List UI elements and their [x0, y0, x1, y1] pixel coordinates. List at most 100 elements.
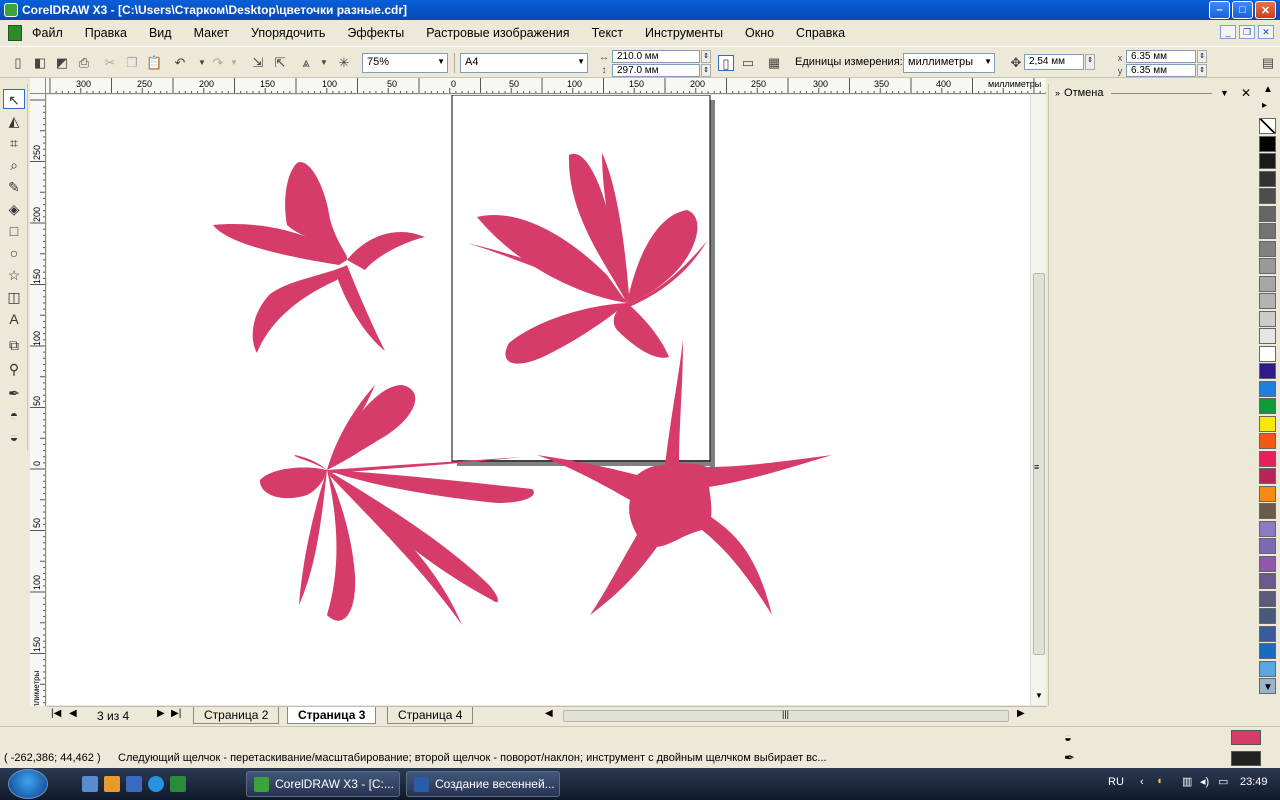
palette-swatch[interactable] — [1259, 573, 1276, 589]
palette-swatch[interactable] — [1259, 433, 1276, 449]
show-desktop-icon[interactable] — [82, 776, 98, 792]
portrait-orientation-icon[interactable]: ▯ — [718, 55, 734, 71]
palette-swatch[interactable] — [1259, 660, 1276, 677]
palette-swatch[interactable] — [1259, 363, 1276, 379]
redo-dropdown-icon[interactable]: ▼ — [226, 55, 242, 71]
menu-view[interactable]: Вид — [149, 26, 172, 40]
import-icon[interactable]: ⇲ — [250, 55, 266, 71]
spinner-icon[interactable]: ⇕ — [701, 64, 711, 77]
spinner-icon[interactable]: ⇕ — [1197, 50, 1207, 63]
previous-page-icon[interactable]: ◀ — [69, 708, 77, 719]
launcher-dropdown-icon[interactable]: ▼ — [316, 55, 332, 71]
palette-swatch[interactable] — [1259, 608, 1276, 624]
menu-tools[interactable]: Инструменты — [645, 26, 723, 40]
page-height-input[interactable]: 297.0 мм ⇕ — [612, 64, 711, 77]
new-document-icon[interactable]: ▯ — [10, 55, 26, 71]
network-icon[interactable]: ▥ — [1182, 775, 1192, 788]
open-icon[interactable]: ◧ — [32, 55, 48, 71]
doc-close-button[interactable]: ✕ — [1258, 25, 1274, 39]
palette-swatch[interactable] — [1259, 625, 1276, 642]
save-icon[interactable]: ◩ — [54, 55, 70, 71]
tray-chevron-icon[interactable]: ‹ — [1140, 776, 1144, 788]
spinner-icon[interactable]: ⇕ — [701, 50, 711, 63]
palette-swatch[interactable] — [1259, 485, 1276, 502]
palette-swatch[interactable] — [1259, 520, 1276, 537]
basic-shapes-tool-icon[interactable]: ◫ — [3, 287, 25, 307]
tab-page-2[interactable]: Страница 2 — [193, 707, 280, 724]
last-page-icon[interactable]: ▶| — [171, 708, 181, 719]
nudge-distance-input[interactable]: 2,54 мм ⇕ — [1024, 54, 1095, 70]
palette-swatch[interactable] — [1259, 328, 1276, 344]
vertical-ruler[interactable]: 250 200 150 100 50 0 50 100 150 миллимет… — [30, 94, 46, 706]
palette-swatch[interactable] — [1259, 240, 1276, 257]
paste-icon[interactable]: 📋 — [146, 55, 162, 71]
palette-swatch[interactable] — [1259, 450, 1276, 467]
cut-icon[interactable]: ✂ — [102, 55, 118, 71]
clock[interactable]: 23:49 — [1240, 776, 1268, 788]
crop-tool-icon[interactable]: ⌗ — [3, 133, 25, 153]
display-icon[interactable]: ▭ — [1218, 775, 1228, 788]
drawing-canvas[interactable] — [47, 95, 1030, 705]
paper-size-combo[interactable]: A4 ▼ — [460, 53, 588, 73]
copy-icon[interactable]: ❐ — [124, 55, 140, 71]
horizontal-ruler[interactable]: 300 250 200 150 100 50 0 50 100 150 200 … — [46, 78, 1046, 94]
first-page-icon[interactable]: |◀ — [51, 708, 61, 719]
page-width-input[interactable]: 210.0 мм ⇕ — [612, 50, 711, 63]
interactive-fill-tool-icon[interactable]: ◒ — [3, 427, 25, 447]
palette-swatch[interactable] — [1259, 153, 1276, 169]
freehand-tool-icon[interactable]: ✎ — [3, 177, 25, 197]
palette-swatch[interactable] — [1259, 590, 1276, 607]
fill-color-swatch[interactable] — [1231, 730, 1261, 745]
switch-windows-icon[interactable] — [126, 776, 142, 792]
docker-collapse-icon[interactable]: » — [1055, 88, 1060, 98]
drawing-area[interactable] — [47, 95, 1030, 705]
polygon-tool-icon[interactable]: ☆ — [3, 265, 25, 285]
ellipse-tool-icon[interactable]: ○ — [3, 243, 25, 263]
task-word-document[interactable]: Создание весенней... — [406, 771, 560, 797]
smart-fill-tool-icon[interactable]: ◈ — [3, 199, 25, 219]
zoom-tool-icon[interactable]: ⌕ — [3, 155, 25, 175]
excel-icon[interactable] — [170, 776, 186, 792]
menu-window[interactable]: Окно — [745, 26, 774, 40]
units-combo[interactable]: миллиметры ▼ — [903, 53, 995, 73]
palette-swatch[interactable] — [1259, 258, 1276, 274]
palette-swatch[interactable] — [1259, 223, 1276, 239]
palette-swatch[interactable] — [1259, 188, 1276, 204]
export-icon[interactable]: ⇱ — [272, 55, 288, 71]
redo-icon[interactable]: ↷ — [210, 55, 226, 71]
palette-swatch[interactable] — [1259, 118, 1276, 134]
menu-bitmaps[interactable]: Растровые изображения — [426, 26, 569, 40]
duplicate-y-input[interactable]: 6.35 мм ⇕ — [1126, 64, 1207, 77]
text-tool-icon[interactable]: A — [3, 309, 25, 329]
rectangle-tool-icon[interactable]: □ — [3, 221, 25, 241]
palette-swatch[interactable] — [1259, 538, 1276, 554]
palette-swatch[interactable] — [1259, 468, 1276, 484]
vertical-scrollbar[interactable]: ≡ ▼ — [1030, 95, 1046, 705]
tab-page-3[interactable]: Страница 3 — [287, 707, 377, 724]
menu-text[interactable]: Текст — [592, 26, 623, 40]
maximize-button[interactable]: □ — [1232, 1, 1253, 19]
fill-tool-icon[interactable]: ◓ — [3, 405, 25, 425]
radial-flower-shape[interactable] — [259, 385, 534, 625]
menu-arrange[interactable]: Упорядочить — [251, 26, 325, 40]
tray-app-icon[interactable]: ◖ — [1156, 775, 1163, 787]
volume-icon[interactable]: ◂) — [1200, 775, 1209, 788]
palette-swatch[interactable] — [1259, 345, 1276, 362]
outline-tool-icon[interactable]: ✒ — [3, 383, 25, 403]
tab-page-4[interactable]: Страница 4 — [387, 707, 474, 724]
zoom-level-combo[interactable]: 75% ▼ — [362, 53, 448, 73]
application-launcher-icon[interactable]: ⩓ — [298, 55, 314, 71]
palette-swatch[interactable] — [1259, 205, 1276, 222]
start-button[interactable] — [8, 769, 48, 799]
ruler-origin[interactable] — [30, 78, 46, 94]
palette-swatch[interactable] — [1259, 170, 1276, 187]
menu-edit[interactable]: Правка — [85, 26, 127, 40]
internet-explorer-icon[interactable] — [148, 776, 164, 792]
horizontal-scrollbar[interactable]: ||| — [563, 709, 1009, 722]
menu-help[interactable]: Справка — [796, 26, 845, 40]
undo-icon[interactable]: ↶ — [172, 55, 188, 71]
fan-flower-shape[interactable] — [467, 153, 707, 364]
media-player-icon[interactable] — [104, 776, 120, 792]
task-coreldraw[interactable]: CorelDRAW X3 - [C:... — [246, 771, 400, 797]
spinner-icon[interactable]: ⇕ — [1085, 54, 1095, 70]
